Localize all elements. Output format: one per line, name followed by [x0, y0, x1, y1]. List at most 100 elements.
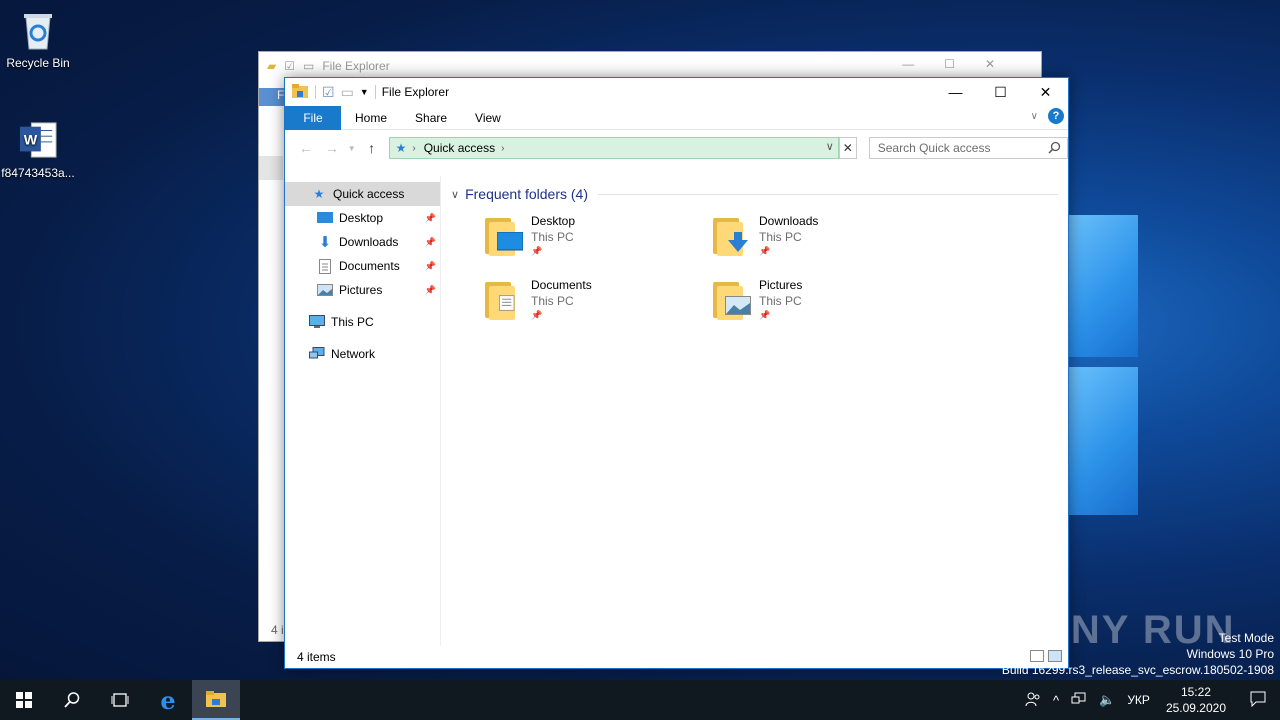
item-count: 4 items: [297, 650, 336, 664]
nav-item-label: Desktop: [339, 211, 384, 225]
watermark-line: Build 16299.rs3_release_svc_escrow.18050…: [1001, 663, 1274, 677]
status-text: 4 i: [271, 623, 284, 637]
navigation-bar: ← → ▼ ↑ ★ › Quick access › ∨ ✕ Search Qu…: [285, 130, 1068, 166]
show-hidden-icons-chevron-icon[interactable]: ^: [1047, 693, 1065, 708]
computer-icon: [309, 314, 325, 330]
downloads-folder-icon: [713, 214, 751, 256]
breadcrumb-chevron-icon[interactable]: ›: [501, 143, 504, 154]
customize-toolbar-chevron-icon[interactable]: ▼: [360, 87, 369, 97]
file-tab[interactable]: F: [259, 88, 285, 106]
edge-button[interactable]: e: [144, 680, 192, 720]
up-button[interactable]: ↑: [359, 140, 385, 156]
documents-folder-icon: [485, 278, 523, 320]
tab-home[interactable]: Home: [341, 106, 401, 130]
search-button[interactable]: [48, 680, 96, 720]
close-button[interactable]: ✕: [1023, 78, 1068, 106]
divider: [598, 193, 1058, 195]
file-explorer-taskbar-button[interactable]: [192, 680, 240, 720]
address-history-chevron-icon[interactable]: ∨: [826, 140, 834, 153]
action-center-icon[interactable]: [1236, 691, 1280, 710]
network-icon: [309, 346, 325, 362]
folder-name: Downloads: [759, 214, 819, 228]
windows-start-icon: [16, 692, 32, 708]
desktop-icon-label: Recycle Bin: [6, 56, 70, 70]
expand-ribbon-chevron-icon[interactable]: ∨: [1031, 111, 1038, 122]
nav-item-documents[interactable]: Documents 📌: [285, 254, 440, 278]
pin-icon: 📌: [531, 310, 543, 320]
title-bar[interactable]: ☑ ▭ ▼ File Explorer — ☐ ✕: [285, 78, 1068, 106]
folder-tile-desktop[interactable]: Desktop This PC 📌: [485, 214, 713, 264]
network-status-icon[interactable]: [1065, 692, 1093, 709]
folder-name: Desktop: [531, 214, 576, 228]
search-icon: [64, 692, 80, 708]
window-title: File Explorer: [381, 85, 450, 99]
nav-item-desktop[interactable]: Desktop 📌: [285, 206, 440, 230]
tab-file[interactable]: File: [285, 105, 341, 130]
group-title: Frequent folders (4): [465, 186, 589, 202]
nav-item-label: Pictures: [339, 283, 383, 297]
folder-icon: ▰: [267, 59, 277, 73]
document-icon: [317, 258, 333, 274]
search-icon: [1048, 141, 1061, 157]
nav-item-pictures[interactable]: Pictures 📌: [285, 278, 440, 302]
new-folder-icon: ▭: [303, 59, 315, 73]
breadcrumb-quick-access[interactable]: Quick access: [424, 141, 495, 155]
people-icon[interactable]: [1019, 691, 1047, 710]
desktop-icon-word-file[interactable]: W f84743453a...: [0, 118, 76, 180]
nav-item-downloads[interactable]: ⬇ Downloads 📌: [285, 230, 440, 254]
nav-item-label: Downloads: [339, 235, 399, 249]
tab-share[interactable]: Share: [401, 106, 461, 130]
nav-item-this-pc[interactable]: This PC: [285, 310, 440, 334]
desktop-icon: [317, 210, 333, 226]
nav-item-quick-access[interactable]: ★ Quick access: [285, 182, 440, 206]
folder-tile-documents[interactable]: Documents This PC 📌: [485, 278, 713, 328]
task-view-button[interactable]: [96, 680, 144, 720]
group-header[interactable]: ∨ Frequent folders (4): [451, 184, 1058, 204]
nav-item-label: Network: [331, 347, 376, 361]
desktop-icon-recycle-bin[interactable]: Recycle Bin: [0, 8, 76, 70]
ribbon-tabs: File Home Share View ∨ ?: [285, 105, 1068, 130]
file-explorer-window[interactable]: ☑ ▭ ▼ File Explorer — ☐ ✕ File Home Shar…: [284, 77, 1069, 669]
forward-button[interactable]: →: [319, 140, 345, 156]
window-controls: —☐✕: [902, 57, 1025, 71]
properties-icon: ☑: [284, 59, 295, 73]
maximize-button[interactable]: ☐: [978, 78, 1023, 106]
word-document-icon: W: [18, 118, 58, 162]
tab-view[interactable]: View: [461, 106, 515, 130]
desktop-icon-label: f84743453a...: [1, 166, 75, 180]
star-icon: ★: [313, 187, 325, 201]
folder-name: Pictures: [759, 278, 803, 292]
pin-icon: 📌: [424, 236, 436, 247]
task-view-icon: [111, 693, 129, 707]
folder-tile-pictures[interactable]: Pictures This PC 📌: [713, 278, 941, 328]
address-bar[interactable]: ★ › Quick access › ∨: [388, 137, 839, 159]
pin-icon: 📌: [424, 260, 436, 271]
recycle-bin-icon: [18, 8, 58, 52]
pictures-icon: [317, 282, 333, 298]
clock[interactable]: 15:22 25.09.2020: [1156, 684, 1236, 716]
properties-icon[interactable]: ☑: [322, 84, 335, 101]
clear-address-button[interactable]: ✕: [838, 137, 857, 159]
watermark-line: Windows 10 Pro: [1186, 647, 1274, 661]
new-folder-icon[interactable]: ▭: [341, 84, 354, 101]
star-icon: ★: [395, 141, 407, 155]
back-button[interactable]: ←: [293, 140, 319, 156]
nav-item-network[interactable]: Network: [285, 342, 440, 366]
watermark-line: Test Mode: [1218, 631, 1274, 645]
folder-tile-downloads[interactable]: Downloads This PC 📌: [713, 214, 941, 264]
collapse-chevron-icon[interactable]: ∨: [451, 188, 459, 201]
system-tray: ^ 🔈 УКР 15:22 25.09.2020: [1019, 680, 1280, 720]
nav-selection: [259, 156, 283, 180]
help-button[interactable]: ?: [1048, 108, 1064, 124]
input-language[interactable]: УКР: [1121, 693, 1156, 707]
pictures-folder-icon: [713, 278, 751, 320]
taskbar: e ^ 🔈 УКР 15:22 25.09.2020: [0, 680, 1280, 720]
recent-locations-chevron-icon[interactable]: ▼: [345, 144, 359, 153]
minimize-button[interactable]: —: [933, 78, 978, 106]
volume-icon[interactable]: 🔈: [1093, 692, 1121, 708]
start-button[interactable]: [0, 680, 48, 720]
download-arrow-icon: ⬇: [318, 234, 332, 251]
search-input[interactable]: Search Quick access: [868, 137, 1068, 159]
folder-location: This PC: [531, 230, 574, 244]
nav-item-label: This PC: [331, 315, 374, 329]
